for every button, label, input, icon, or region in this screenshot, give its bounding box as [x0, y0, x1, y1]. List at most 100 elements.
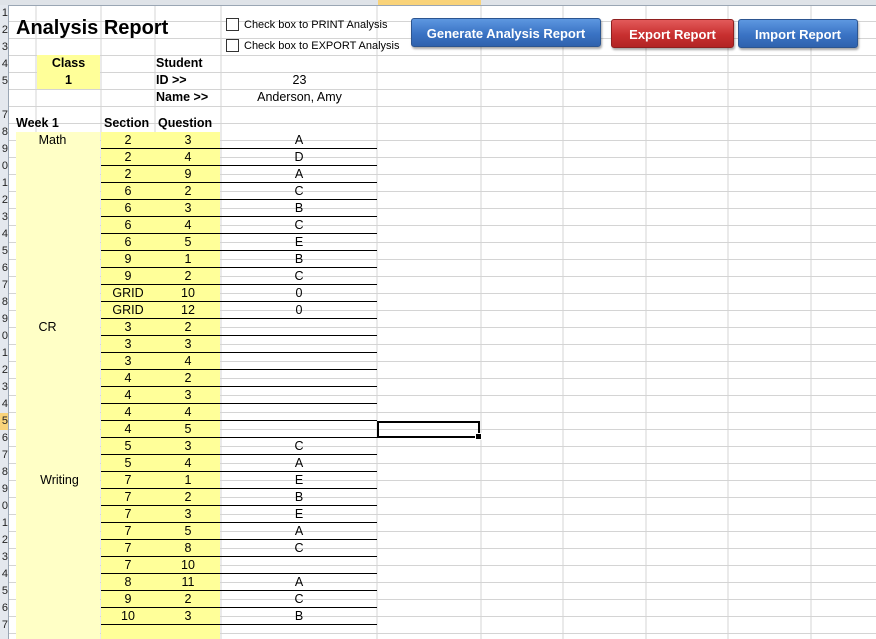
section-cell[interactable]: 5: [101, 438, 155, 455]
answer-cell[interactable]: D: [221, 149, 377, 166]
section-cell[interactable]: 6: [101, 217, 155, 234]
section-cell[interactable]: 7: [101, 523, 155, 540]
row-number[interactable]: 9: [0, 311, 8, 328]
export-checkbox[interactable]: Check box to EXPORT Analysis: [226, 37, 400, 55]
question-cell[interactable]: 4: [155, 149, 221, 166]
question-cell[interactable]: 2: [155, 370, 221, 387]
section-cell[interactable]: 6: [101, 234, 155, 251]
row-number[interactable]: 9: [0, 481, 8, 498]
section-cell[interactable]: 2: [101, 166, 155, 183]
row-number[interactable]: 6: [0, 600, 8, 617]
row-number[interactable]: 7: [0, 277, 8, 294]
row-number[interactable]: 4: [0, 56, 8, 73]
row-number[interactable]: 2: [0, 22, 8, 39]
section-cell[interactable]: 7: [101, 489, 155, 506]
question-cell[interactable]: 3: [155, 438, 221, 455]
row-number[interactable]: [0, 90, 8, 107]
section-cell[interactable]: 6: [101, 200, 155, 217]
row-number[interactable]: 1: [0, 515, 8, 532]
question-cell[interactable]: 4: [155, 353, 221, 370]
answer-cell[interactable]: C: [221, 540, 377, 557]
row-number[interactable]: 7: [0, 617, 8, 634]
section-cell[interactable]: 3: [101, 319, 155, 336]
spreadsheet[interactable]: 123457890123456789012345678901234567 Ana…: [0, 0, 876, 639]
section-cell[interactable]: 10: [101, 608, 155, 625]
answer-cell[interactable]: [221, 421, 377, 438]
answer-cell[interactable]: B: [221, 608, 377, 625]
section-cell[interactable]: 9: [101, 268, 155, 285]
section-cell[interactable]: 9: [101, 591, 155, 608]
row-number[interactable]: 0: [0, 498, 8, 515]
question-cell[interactable]: 2: [155, 319, 221, 336]
section-cell[interactable]: 4: [101, 387, 155, 404]
row-number[interactable]: 3: [0, 549, 8, 566]
question-cell[interactable]: 2: [155, 489, 221, 506]
row-number[interactable]: 7: [0, 447, 8, 464]
question-cell[interactable]: 5: [155, 234, 221, 251]
row-number[interactable]: 2: [0, 532, 8, 549]
row-number[interactable]: 8: [0, 464, 8, 481]
question-cell[interactable]: 3: [155, 336, 221, 353]
question-cell[interactable]: 2: [155, 183, 221, 200]
section-cell[interactable]: GRID: [101, 285, 155, 302]
active-cell-selection[interactable]: [377, 421, 482, 440]
answer-cell[interactable]: A: [221, 574, 377, 591]
row-number[interactable]: 5: [0, 583, 8, 600]
answer-cell[interactable]: B: [221, 200, 377, 217]
section-cell[interactable]: 3: [101, 336, 155, 353]
answer-cell[interactable]: A: [221, 455, 377, 472]
answer-cell[interactable]: B: [221, 251, 377, 268]
answer-cell[interactable]: E: [221, 506, 377, 523]
answer-cell[interactable]: A: [221, 166, 377, 183]
answer-cell[interactable]: B: [221, 489, 377, 506]
section-cell[interactable]: 7: [101, 506, 155, 523]
checkbox-box[interactable]: [226, 17, 239, 31]
row-number[interactable]: 8: [0, 124, 8, 141]
row-number[interactable]: 5: [0, 73, 8, 90]
question-cell[interactable]: 1: [155, 251, 221, 268]
question-cell[interactable]: 4: [155, 404, 221, 421]
answer-cell[interactable]: A: [221, 523, 377, 540]
section-cell[interactable]: 2: [101, 149, 155, 166]
question-cell[interactable]: 5: [155, 523, 221, 540]
row-number[interactable]: 8: [0, 294, 8, 311]
section-cell[interactable]: 2: [101, 132, 155, 149]
question-cell[interactable]: 9: [155, 166, 221, 183]
section-cell[interactable]: 5: [101, 455, 155, 472]
row-number[interactable]: 1: [0, 345, 8, 362]
answer-cell[interactable]: C: [221, 183, 377, 200]
answer-cell[interactable]: [221, 387, 377, 404]
section-cell[interactable]: 4: [101, 404, 155, 421]
question-cell[interactable]: 2: [155, 268, 221, 285]
answer-cell[interactable]: [221, 370, 377, 387]
answer-cell[interactable]: C: [221, 217, 377, 234]
answer-cell[interactable]: [221, 557, 377, 574]
question-cell[interactable]: 10: [155, 285, 221, 302]
checkbox-box[interactable]: [226, 38, 239, 52]
question-cell[interactable]: 4: [155, 455, 221, 472]
fill-handle[interactable]: [475, 433, 482, 440]
question-cell[interactable]: 10: [155, 557, 221, 574]
import-report-button[interactable]: Import Report: [738, 19, 858, 48]
question-cell[interactable]: 11: [155, 574, 221, 591]
answer-cell[interactable]: A: [221, 132, 377, 149]
answer-cell[interactable]: C: [221, 591, 377, 608]
section-cell[interactable]: 4: [101, 370, 155, 387]
export-report-button[interactable]: Export Report: [611, 19, 734, 48]
row-number[interactable]: 5: [0, 243, 8, 260]
answer-cell[interactable]: C: [221, 268, 377, 285]
answer-cell[interactable]: [221, 336, 377, 353]
question-cell[interactable]: 5: [155, 421, 221, 438]
question-cell[interactable]: 12: [155, 302, 221, 319]
section-cell[interactable]: 4: [101, 421, 155, 438]
question-cell[interactable]: 3: [155, 506, 221, 523]
answer-cell[interactable]: E: [221, 472, 377, 489]
question-cell[interactable]: 3: [155, 132, 221, 149]
row-number[interactable]: 5: [0, 413, 8, 430]
row-number[interactable]: 6: [0, 260, 8, 277]
section-cell[interactable]: 8: [101, 574, 155, 591]
section-cell[interactable]: 7: [101, 540, 155, 557]
section-cell[interactable]: 6: [101, 183, 155, 200]
row-number[interactable]: 7: [0, 107, 8, 124]
row-number[interactable]: 6: [0, 430, 8, 447]
